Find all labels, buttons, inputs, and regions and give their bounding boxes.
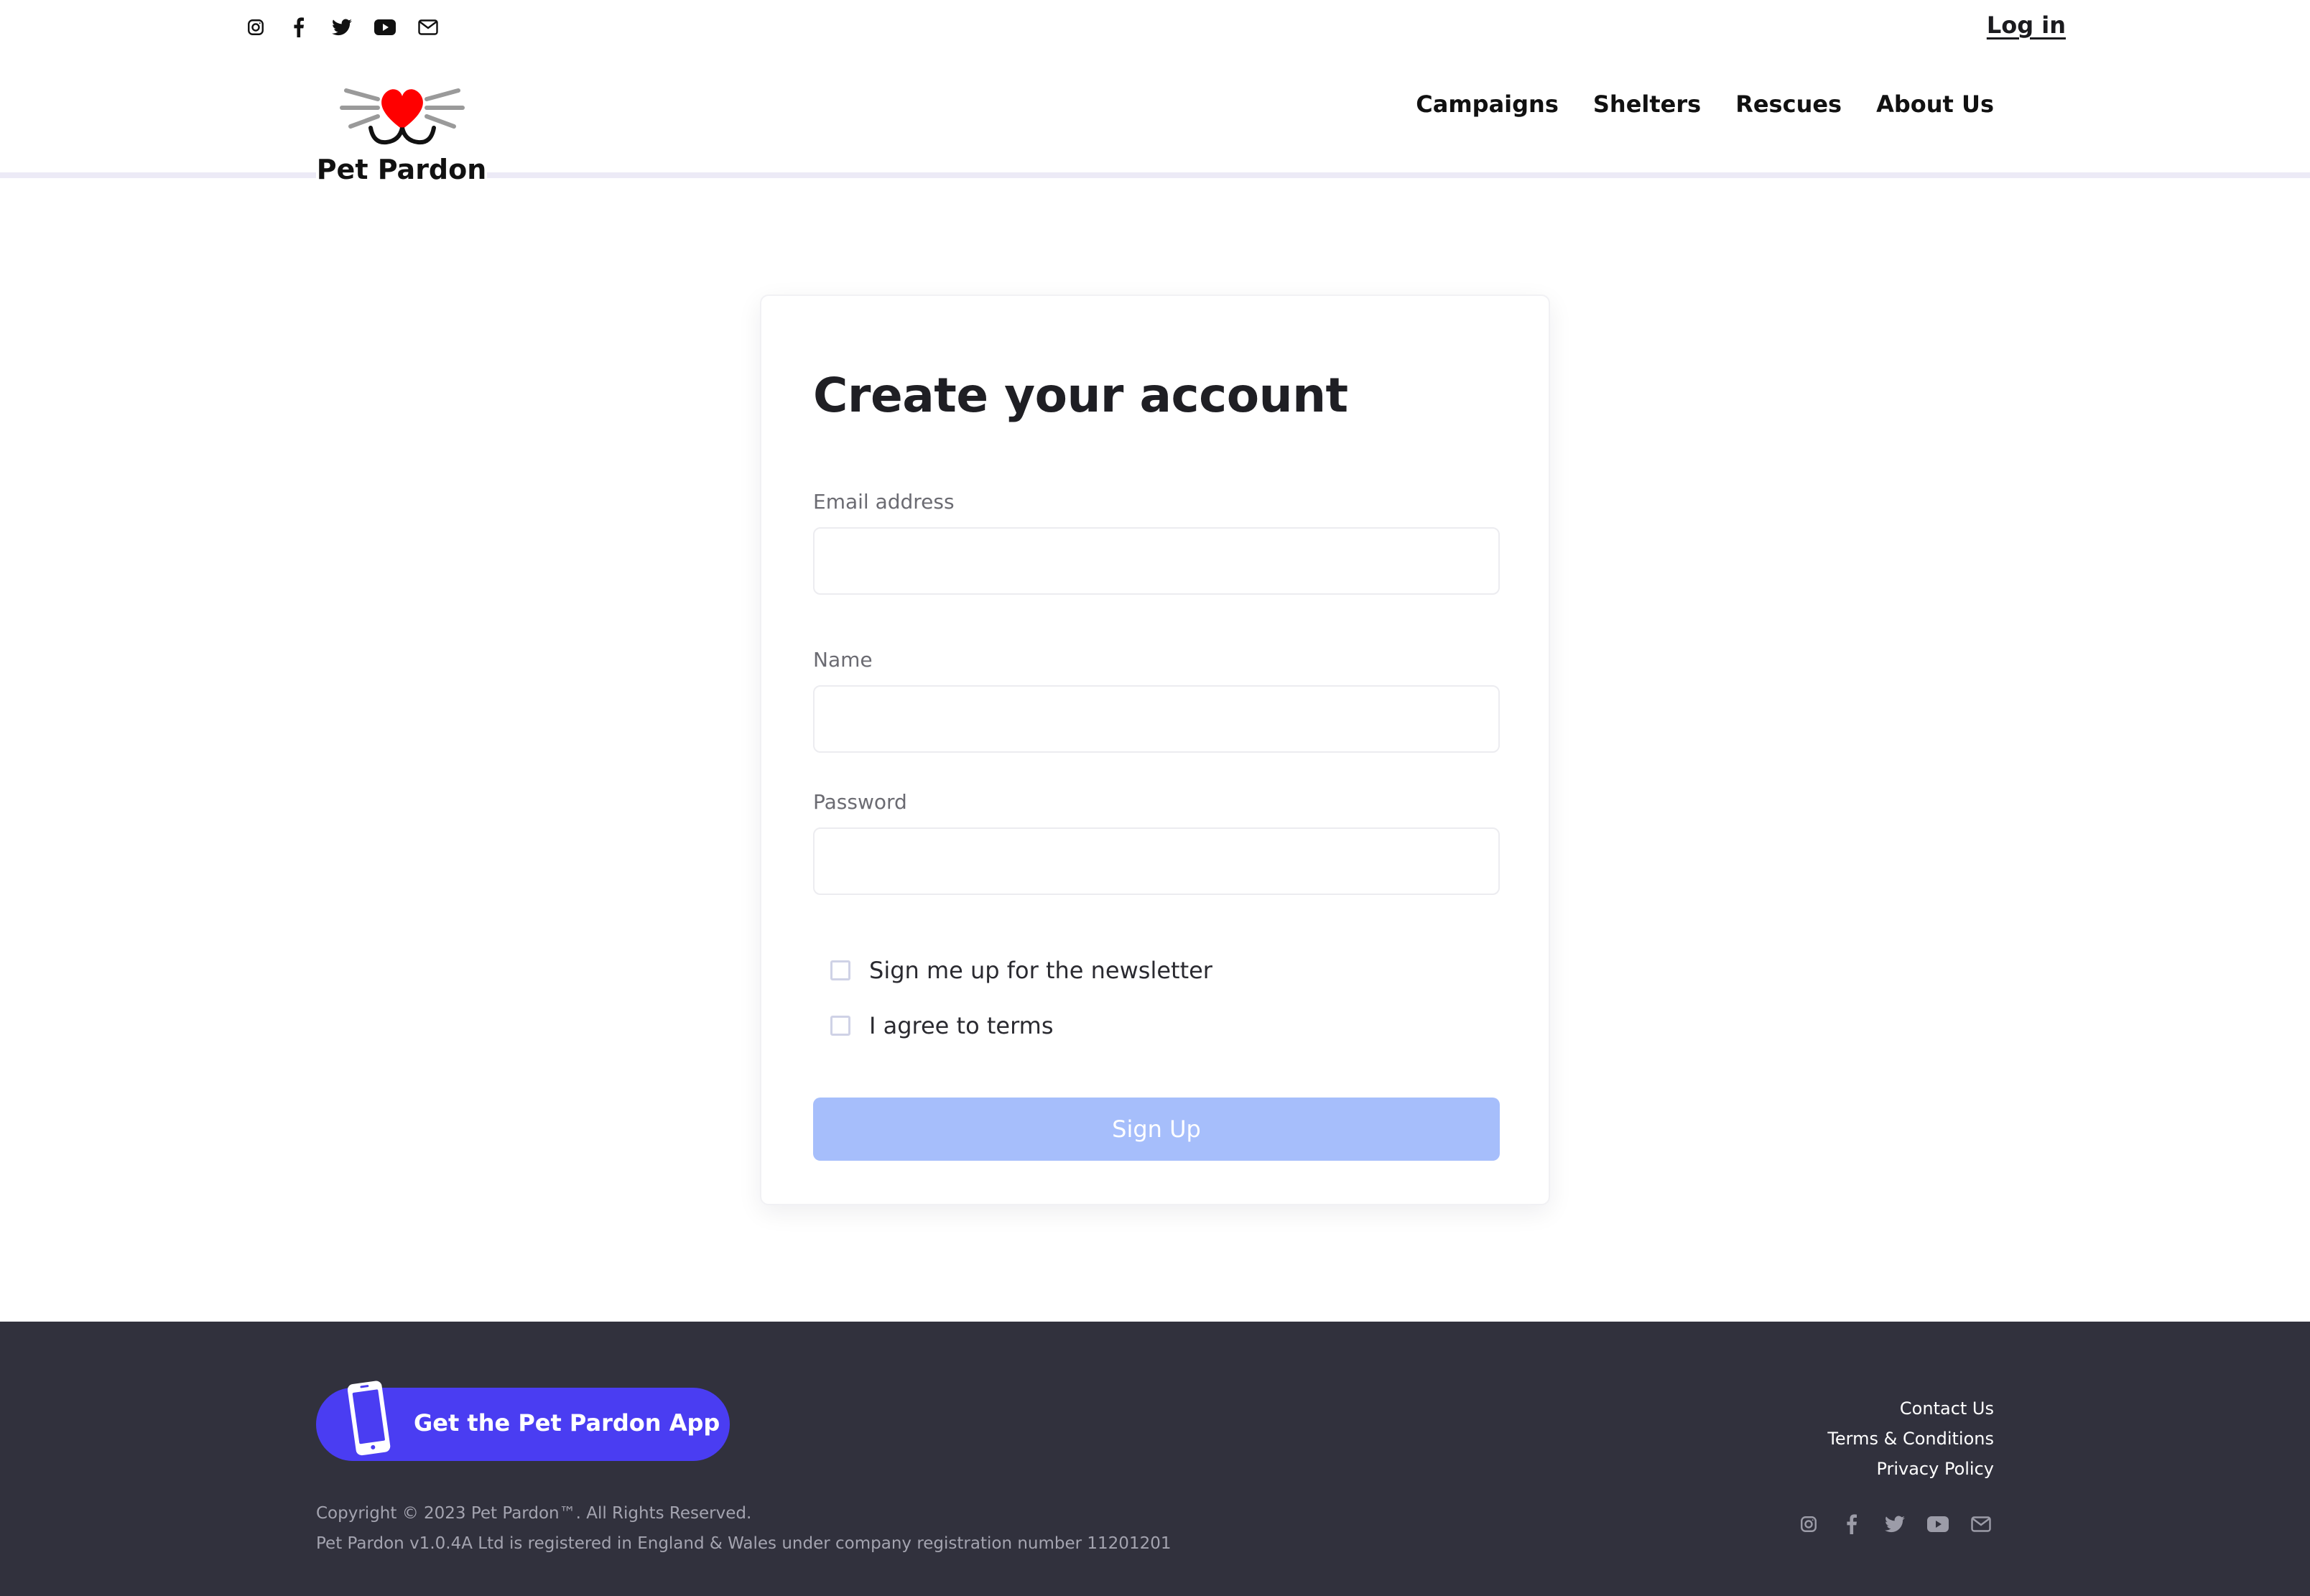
footer-link-contact-us[interactable]: Contact Us	[1827, 1393, 1994, 1424]
footer-link-terms[interactable]: Terms & Conditions	[1827, 1424, 1994, 1454]
newsletter-label: Sign me up for the newsletter	[869, 957, 1212, 984]
copyright-line: Copyright © 2023 Pet Pardon™. All Rights…	[316, 1504, 752, 1523]
newsletter-checkbox-row[interactable]: Sign me up for the newsletter	[830, 957, 1212, 984]
mail-icon[interactable]	[1967, 1513, 1995, 1536]
nav-about-us[interactable]: About Us	[1876, 91, 1994, 118]
nav-rescues[interactable]: Rescues	[1735, 91, 1842, 118]
facebook-icon[interactable]	[284, 16, 313, 39]
twitter-icon[interactable]	[1880, 1513, 1909, 1536]
password-label: Password	[813, 790, 907, 814]
youtube-icon[interactable]	[1924, 1513, 1952, 1536]
logo-text: Pet Pardon	[316, 154, 487, 185]
login-link[interactable]: Log in	[1987, 11, 2066, 39]
email-label: Email address	[813, 490, 955, 514]
smartphone-icon	[348, 1381, 391, 1456]
terms-checkbox[interactable]	[830, 1016, 850, 1036]
get-app-button[interactable]: Get the Pet Pardon App	[316, 1381, 730, 1461]
instagram-icon[interactable]	[241, 16, 270, 39]
newsletter-checkbox[interactable]	[830, 960, 850, 980]
footer-social-bar	[1780, 1513, 1995, 1536]
pet-pardon-logo[interactable]: Pet Pardon	[316, 70, 487, 192]
terms-checkbox-row[interactable]: I agree to terms	[830, 1012, 1054, 1039]
main-nav: Campaigns Shelters Rescues About Us	[1416, 91, 1994, 118]
email-field[interactable]	[813, 527, 1500, 595]
footer: Get the Pet Pardon App Copyright © 2023 …	[0, 1322, 2310, 1596]
instagram-icon[interactable]	[1794, 1513, 1823, 1536]
copyright-text: Copyright © 2023 Pet Pardon™. All Rights…	[316, 1498, 1171, 1559]
nav-campaigns[interactable]: Campaigns	[1416, 91, 1559, 118]
footer-links: Contact Us Terms & Conditions Privacy Po…	[1827, 1393, 1994, 1484]
mail-icon[interactable]	[414, 16, 442, 39]
page-title: Create your account	[813, 368, 1348, 423]
sign-up-button[interactable]: Sign Up	[813, 1098, 1500, 1161]
twitter-icon[interactable]	[328, 16, 356, 39]
terms-label: I agree to terms	[869, 1012, 1054, 1039]
registration-line: Pet Pardon v1.0.4A Ltd is registered in …	[316, 1534, 1172, 1553]
get-app-label: Get the Pet Pardon App	[414, 1409, 720, 1437]
youtube-icon[interactable]	[371, 16, 399, 39]
name-field[interactable]	[813, 685, 1500, 753]
name-label: Name	[813, 648, 873, 672]
footer-link-privacy-policy[interactable]: Privacy Policy	[1827, 1454, 1994, 1484]
signup-card: Create your account Email address Name P…	[760, 294, 1550, 1205]
password-field[interactable]	[813, 827, 1500, 895]
cat-heart-logo-icon	[340, 88, 465, 145]
top-social-bar	[241, 16, 457, 39]
nav-shelters[interactable]: Shelters	[1593, 91, 1701, 118]
facebook-icon[interactable]	[1837, 1513, 1866, 1536]
